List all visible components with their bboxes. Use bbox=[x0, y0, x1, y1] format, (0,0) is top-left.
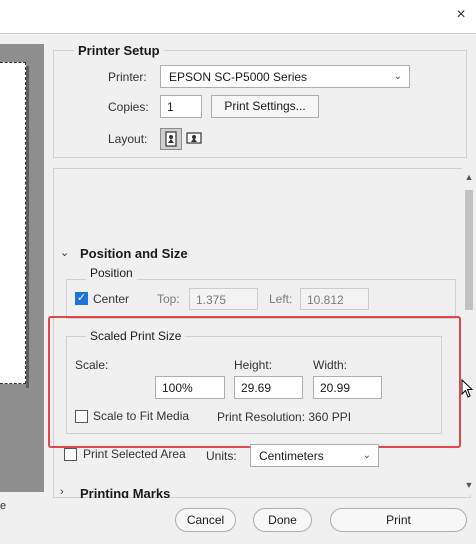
print-button[interactable]: Print bbox=[330, 508, 467, 532]
left-input[interactable]: 10.812 bbox=[300, 288, 369, 310]
position-size-chevron-icon[interactable]: ⌄ bbox=[60, 246, 69, 259]
units-select-value: Centimeters bbox=[259, 449, 324, 463]
top-label: Top: bbox=[157, 292, 180, 306]
portrait-icon bbox=[165, 131, 177, 147]
cancel-button[interactable]: Cancel bbox=[175, 508, 236, 532]
layout-portrait-button[interactable] bbox=[160, 128, 182, 150]
print-settings-button[interactable]: Print Settings... bbox=[211, 95, 319, 118]
copies-label: Copies: bbox=[108, 100, 149, 114]
chevron-down-icon: ⌄ bbox=[393, 71, 402, 82]
left-label: Left: bbox=[269, 292, 293, 306]
mouse-cursor-icon bbox=[461, 378, 475, 402]
landscape-icon bbox=[186, 132, 202, 144]
layout-landscape-button[interactable] bbox=[184, 128, 204, 150]
printing-marks-chevron-icon[interactable]: › bbox=[60, 486, 64, 498]
printer-select-value: EPSON SC-P5000 Series bbox=[169, 70, 308, 84]
printer-label: Printer: bbox=[108, 70, 147, 84]
scroll-up-icon[interactable]: ▲ bbox=[462, 172, 476, 182]
top-input[interactable]: 1.375 bbox=[189, 288, 258, 310]
print-selected-area-label: Print Selected Area bbox=[83, 447, 186, 461]
printing-marks-title: Printing Marks bbox=[80, 486, 171, 498]
paper-preview bbox=[0, 62, 26, 384]
preview-footer-text: e bbox=[0, 500, 7, 512]
done-button[interactable]: Done bbox=[253, 508, 312, 532]
scroll-thumb[interactable] bbox=[465, 190, 473, 310]
titlebar-divider bbox=[0, 33, 476, 34]
position-size-title: Position and Size bbox=[80, 246, 188, 261]
units-select[interactable]: Centimeters ⌄ bbox=[250, 444, 379, 467]
print-selected-area-checkbox[interactable] bbox=[64, 448, 77, 461]
chevron-down-icon: ⌄ bbox=[362, 450, 371, 461]
paper-shadow bbox=[26, 66, 29, 388]
highlight-box bbox=[48, 316, 461, 448]
position-title: Position bbox=[86, 266, 137, 280]
layout-label: Layout: bbox=[108, 132, 148, 146]
dialog-titlebar bbox=[0, 0, 476, 33]
copies-input[interactable]: 1 bbox=[160, 95, 202, 118]
printer-setup-title: Printer Setup bbox=[74, 43, 164, 58]
center-checkbox[interactable]: ✓ bbox=[75, 292, 88, 305]
units-label: Units: bbox=[206, 449, 237, 463]
printer-select[interactable]: EPSON SC-P5000 Series ⌄ bbox=[160, 65, 410, 88]
scroll-down-icon[interactable]: ▼ bbox=[462, 480, 476, 490]
center-label: Center bbox=[93, 292, 130, 306]
close-icon[interactable]: × bbox=[452, 6, 470, 24]
